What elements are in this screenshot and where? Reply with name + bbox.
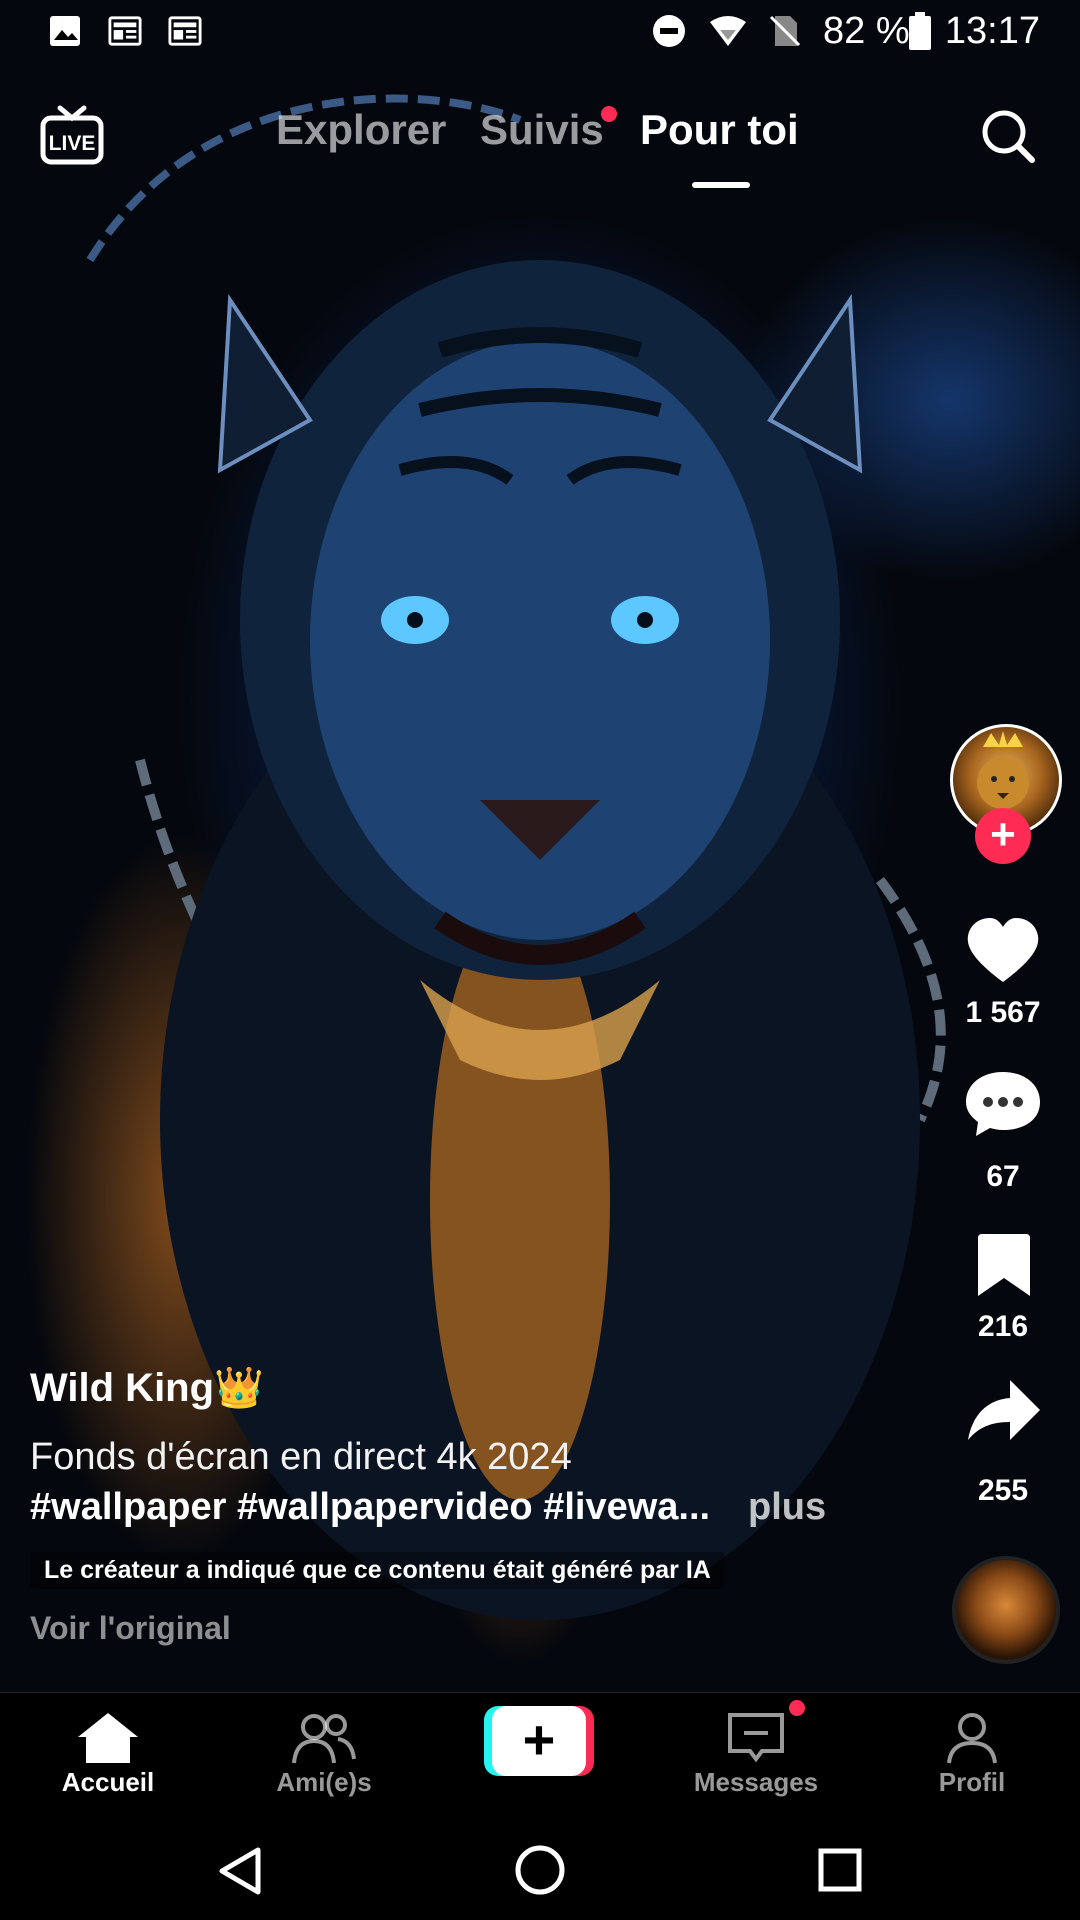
nav-profil[interactable]: Profil — [892, 1693, 1052, 1817]
nav-accueil[interactable]: Accueil — [28, 1693, 188, 1817]
suivis-notification-dot — [601, 106, 617, 122]
like-count: 1 567 — [965, 996, 1041, 1029]
wifi-icon — [710, 16, 746, 46]
ai-generated-label: Le créateur a indiqué que ce contenu éta… — [30, 1552, 725, 1589]
home-icon — [78, 1713, 138, 1763]
clock: 13:17 — [944, 10, 1040, 52]
nav-messages-label: Messages — [693, 1767, 819, 1797]
tab-pour-toi[interactable]: Pour toi — [640, 106, 799, 154]
plus-icon: + — [492, 1706, 586, 1776]
tab-suivis[interactable]: Suivis — [480, 106, 604, 154]
news-icon — [108, 16, 142, 46]
comment-icon[interactable] — [964, 1070, 1042, 1138]
nav-amis[interactable]: Ami(e)s — [244, 1693, 404, 1817]
share-count: 255 — [977, 1474, 1029, 1507]
music-disc[interactable] — [952, 1556, 1060, 1664]
top-tabs: Explorer Suivis Pour toi — [0, 106, 1080, 166]
back-icon[interactable] — [216, 1846, 264, 1896]
battery-percent: 82 % — [823, 10, 910, 52]
system-nav-bar — [0, 1816, 1080, 1920]
nav-messages[interactable]: Messages — [676, 1693, 836, 1817]
battery-icon — [909, 12, 931, 50]
share-icon[interactable] — [966, 1378, 1042, 1444]
nav-accueil-label: Accueil — [61, 1767, 155, 1797]
image-icon — [50, 16, 80, 46]
nav-amis-label: Ami(e)s — [276, 1767, 372, 1797]
follow-button[interactable]: + — [975, 808, 1031, 864]
heart-icon[interactable] — [966, 918, 1040, 984]
messages-notification-dot — [789, 1700, 805, 1716]
create-button[interactable]: + — [484, 1706, 594, 1776]
see-original-link[interactable]: Voir l'original — [30, 1610, 231, 1647]
do-not-disturb-icon — [653, 15, 685, 47]
profile-icon — [947, 1713, 997, 1764]
recents-icon[interactable] — [818, 1848, 862, 1892]
inbox-icon — [728, 1713, 784, 1763]
save-count: 216 — [977, 1310, 1029, 1343]
more-link[interactable]: plus — [748, 1486, 826, 1529]
tab-explorer[interactable]: Explorer — [276, 106, 446, 154]
friends-icon — [292, 1714, 356, 1764]
post-hashtags[interactable]: #wallpaper #wallpapervideo #livewa... — [30, 1486, 710, 1529]
nav-profil-label: Profil — [938, 1767, 1006, 1797]
bookmark-icon[interactable] — [974, 1232, 1034, 1298]
search-icon[interactable] — [980, 108, 1036, 164]
home-circle-icon[interactable] — [514, 1844, 566, 1896]
no-sim-icon — [769, 15, 801, 47]
news-icon — [168, 16, 202, 46]
author-name[interactable]: Wild King👑 — [30, 1364, 264, 1411]
post-caption: Fonds d'écran en direct 4k 2024 — [30, 1436, 572, 1478]
active-tab-indicator — [692, 182, 750, 188]
status-bar: 82 % 13:17 — [0, 0, 1080, 64]
comment-count: 67 — [986, 1160, 1020, 1193]
